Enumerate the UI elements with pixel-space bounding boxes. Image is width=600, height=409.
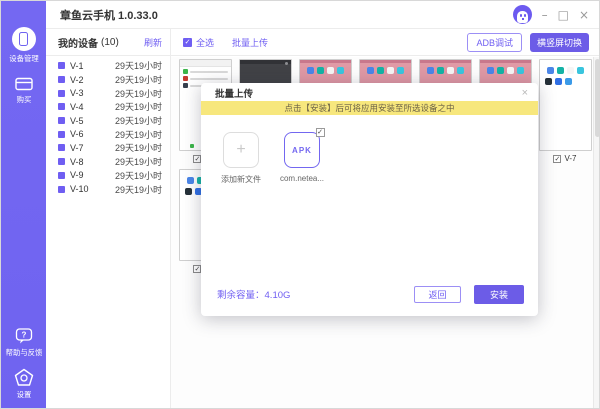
device-list-item[interactable]: V-7 29天19小时	[46, 141, 170, 155]
select-all-label: 全选	[196, 36, 214, 49]
select-all-checkbox[interactable]: ✓ 全选	[183, 36, 214, 49]
device-square-icon	[58, 186, 65, 193]
apk-label: APK	[292, 146, 312, 155]
plus-icon: +	[236, 141, 245, 159]
modal-close-icon[interactable]: ×	[522, 87, 528, 99]
thumbnail-device-name: V-7	[564, 154, 576, 163]
orientation-toggle-button[interactable]: 横竖屏切换	[530, 33, 589, 52]
batch-upload-link[interactable]: 批量上传	[232, 36, 268, 49]
device-square-icon	[58, 172, 65, 179]
device-square-icon	[58, 158, 65, 165]
device-name: V-3	[70, 88, 84, 98]
sidebar-item-device-manage[interactable]: 设备管理	[8, 27, 40, 64]
device-name: V-4	[70, 102, 84, 112]
app-title: 章鱼云手机 1.0.33.0	[60, 7, 158, 23]
device-time-remaining: 29天19小时	[115, 114, 162, 127]
install-hint-banner: 点击【安装】后可将应用安装至所选设备之中	[201, 101, 538, 115]
apk-file-name: com.netea...	[280, 174, 324, 183]
device-select-checkbox[interactable]: ✓	[553, 155, 561, 163]
device-list-item[interactable]: V-4 29天19小时	[46, 100, 170, 114]
help-bubble-icon: ?	[14, 327, 34, 345]
sidebar: 设备管理 购买 ? 帮助与反馈 设置	[1, 1, 46, 409]
title-bar: 章鱼云手机 1.0.33.0 – □ ×	[46, 1, 600, 29]
purchase-card-icon	[14, 76, 34, 92]
modal-body: + 添加新文件 APK ✓ com.netea...	[201, 115, 538, 280]
close-button[interactable]: ×	[579, 9, 589, 21]
device-name: V-7	[70, 143, 84, 153]
modal-footer: 剩余容量：4.10G 返回 安装	[201, 280, 538, 316]
device-square-icon	[58, 90, 65, 97]
capacity-value: 4.10G	[265, 290, 291, 301]
device-list: V-1 29天19小时 V-2 29天19小时 V-3 29天19小时 V-4 29天19小时…	[46, 56, 170, 196]
mascot-face	[517, 11, 528, 23]
device-name: V-2	[70, 75, 84, 85]
device-list-item[interactable]: V-5 29天19小时	[46, 114, 170, 128]
capacity-label: 剩余容量：	[217, 290, 265, 301]
device-list-item[interactable]: V-10 29天19小时	[46, 182, 170, 196]
device-time-remaining: 29天19小时	[115, 87, 162, 100]
refresh-link[interactable]: 刷新	[144, 36, 162, 49]
device-name: V-1	[70, 61, 84, 71]
device-panel: 我的设备 (10) 刷新 V-1 29天19小时 V-2 29天19小时 V-3 29天1…	[46, 29, 171, 409]
device-square-icon	[58, 144, 65, 151]
batch-upload-modal: 批量上传 × 点击【安装】后可将应用安装至所选设备之中 + 添加新文件 APK …	[201, 83, 538, 316]
adb-debug-button[interactable]: ADB调试	[467, 33, 522, 52]
device-name: V-9	[70, 170, 84, 180]
device-list-item[interactable]: V-8 29天19小时	[46, 155, 170, 169]
toolbar: ✓ 全选 批量上传 ADB调试 横竖屏切换	[171, 29, 600, 56]
device-name: V-8	[70, 157, 84, 167]
window-controls: – □ ×	[513, 5, 589, 24]
settings-gear-icon	[14, 368, 34, 387]
app-window: 章鱼云手机 1.0.33.0 – □ × 设备管理 购买	[0, 0, 600, 409]
back-button[interactable]: 返回	[414, 286, 461, 303]
minimize-button[interactable]: –	[542, 9, 548, 21]
device-count: (10)	[101, 37, 119, 48]
device-panel-header: 我的设备 (10) 刷新	[46, 29, 170, 56]
sidebar-item-settings[interactable]: 设置	[14, 368, 34, 400]
install-button[interactable]: 安装	[474, 285, 524, 304]
apk-file-tile[interactable]: APK ✓	[284, 132, 320, 168]
device-square-icon	[58, 76, 65, 83]
maximize-button[interactable]: □	[558, 9, 569, 21]
thumbnail-label: ✓V-7	[553, 154, 576, 163]
device-list-item[interactable]: V-6 29天19小时	[46, 127, 170, 141]
device-name: V-10	[70, 184, 89, 194]
sidebar-item-purchase[interactable]: 购买	[14, 76, 34, 105]
device-time-remaining: 29天19小时	[115, 141, 162, 154]
device-thumbnail-cell: ✓V-7	[535, 59, 595, 169]
modal-title: 批量上传	[215, 86, 253, 100]
device-square-icon	[58, 103, 65, 110]
modal-header: 批量上传 ×	[201, 83, 538, 101]
device-name: V-6	[70, 129, 84, 139]
support-mascot-icon[interactable]	[513, 5, 532, 24]
vertical-scrollbar[interactable]	[593, 57, 600, 409]
device-name: V-5	[70, 116, 84, 126]
device-time-remaining: 29天19小时	[115, 128, 162, 141]
device-screen-thumbnail[interactable]	[539, 59, 592, 151]
device-time-remaining: 29天19小时	[115, 183, 162, 196]
add-file-button[interactable]: +	[223, 132, 259, 168]
device-square-icon	[58, 131, 65, 138]
add-file-label: 添加新文件	[221, 174, 261, 185]
device-square-icon	[58, 117, 65, 124]
device-manage-icon	[12, 27, 36, 51]
device-square-icon	[58, 62, 65, 69]
scrollbar-thumb[interactable]	[595, 59, 600, 137]
device-time-remaining: 29天19小时	[115, 169, 162, 182]
device-list-item[interactable]: V-2 29天19小时	[46, 73, 170, 87]
checkbox-checked-icon: ✓	[183, 38, 192, 47]
device-time-remaining: 29天19小时	[115, 73, 162, 86]
device-time-remaining: 29天19小时	[115, 59, 162, 72]
panel-title: 我的设备	[58, 35, 98, 50]
device-time-remaining: 29天19小时	[115, 155, 162, 168]
device-list-item[interactable]: V-1 29天19小时	[46, 59, 170, 73]
device-time-remaining: 29天19小时	[115, 100, 162, 113]
device-list-item[interactable]: V-9 29天19小时	[46, 169, 170, 183]
svg-text:?: ?	[21, 331, 26, 340]
device-list-item[interactable]: V-3 29天19小时	[46, 86, 170, 100]
sidebar-item-help-feedback[interactable]: ? 帮助与反馈	[4, 327, 44, 358]
apk-checkbox[interactable]: ✓	[316, 128, 325, 137]
